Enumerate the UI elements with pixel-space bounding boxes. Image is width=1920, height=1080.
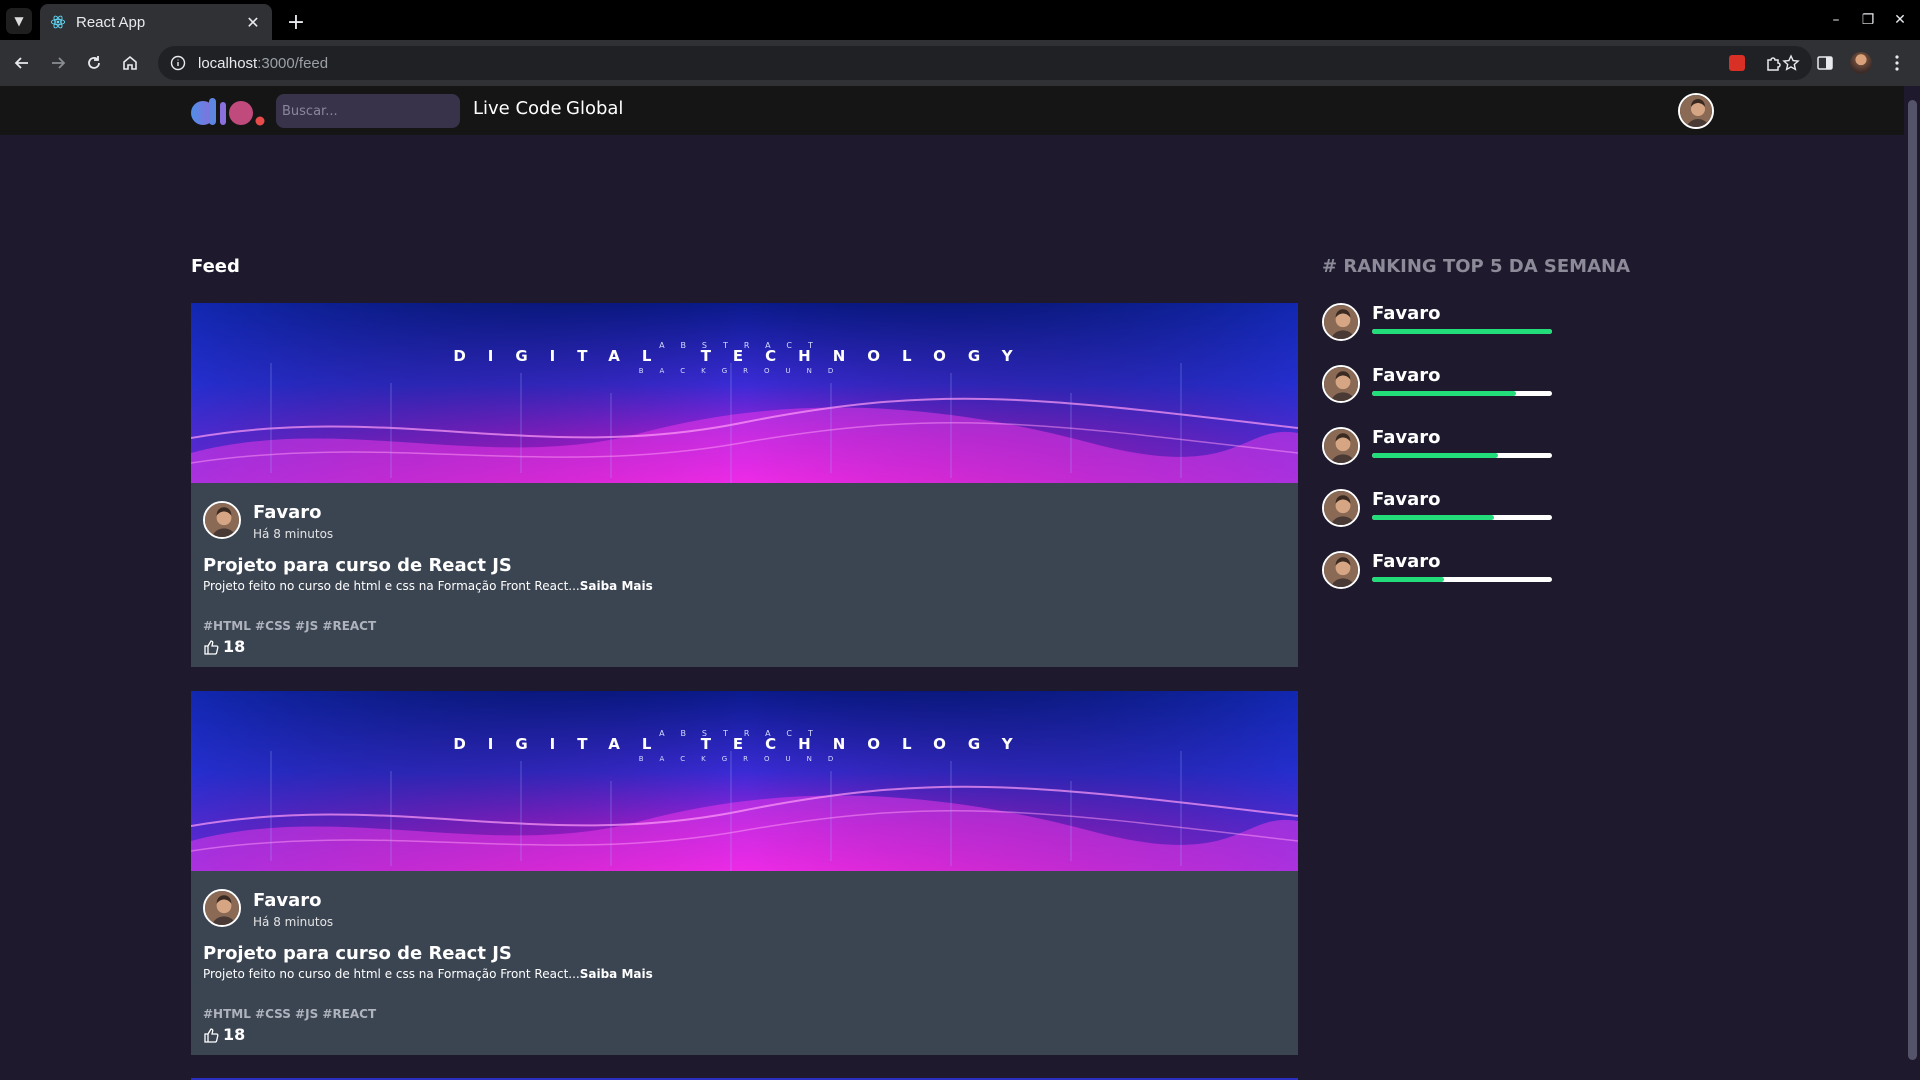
ranking-progress-fill xyxy=(1372,515,1495,520)
extensions-puzzle-icon[interactable] xyxy=(1760,50,1786,76)
post-description-text: Projeto feito no curso de html e css na … xyxy=(203,967,580,981)
banner-bottom-text: BACKGROUND xyxy=(639,367,850,375)
ranking-progress-fill xyxy=(1372,577,1444,582)
post-tags: #HTML #CSS #JS #REACT xyxy=(203,619,377,633)
ranking-avatar xyxy=(1322,489,1360,527)
ranking-avatar xyxy=(1322,551,1360,589)
post-banner-image: ABSTRACT DIGITAL TECHNOLOGY BACKGROUND xyxy=(191,303,1298,483)
ranking-avatar xyxy=(1322,365,1360,403)
ranking-progress-bar xyxy=(1372,391,1552,396)
ranking-item[interactable]: Favaro xyxy=(1322,489,1582,531)
ranking-progress-fill xyxy=(1372,391,1516,396)
tab-close-icon[interactable]: ✕ xyxy=(244,13,262,32)
ranking-progress-bar xyxy=(1372,515,1552,520)
banner-bottom-text: BACKGROUND xyxy=(639,755,850,763)
user-avatar[interactable] xyxy=(1678,93,1714,129)
ranking-progress-fill xyxy=(1372,329,1552,334)
saiba-mais-link[interactable]: Saiba Mais xyxy=(580,967,653,981)
likes-count: 18 xyxy=(223,637,246,656)
site-info-icon[interactable] xyxy=(170,55,186,71)
browser-tabbar: ▼ React App ✕ + – ❐ ✕ xyxy=(0,0,1920,40)
browser-toolbar: localhost:3000/feed xyxy=(0,40,1920,86)
post-card[interactable]: ABSTRACT DIGITAL TECHNOLOGY BACKGROUND F… xyxy=(191,691,1298,1055)
ranking-item[interactable]: Favaro xyxy=(1322,365,1582,407)
post-description-text: Projeto feito no curso de html e css na … xyxy=(203,579,580,593)
url-path: :3000/feed xyxy=(257,54,329,72)
post-tags: #HTML #CSS #JS #REACT xyxy=(203,1007,377,1021)
ranking-progress-bar xyxy=(1372,577,1552,582)
ranking-name: Favaro xyxy=(1372,365,1441,386)
thumbs-up-icon[interactable] xyxy=(203,639,219,655)
page-scrollbar[interactable] xyxy=(1904,86,1920,1080)
post-author-name[interactable]: Favaro xyxy=(253,890,322,911)
ranking-title: # RANKING TOP 5 DA SEMANA xyxy=(1322,256,1631,277)
side-panel-icon[interactable] xyxy=(1812,50,1838,76)
post-title[interactable]: Projeto para curso de React JS xyxy=(203,943,512,964)
post-time: Há 8 minutos xyxy=(253,527,334,541)
ranking-name: Favaro xyxy=(1372,551,1441,572)
ranking-item[interactable]: Favaro xyxy=(1322,303,1582,345)
back-arrow-icon[interactable] xyxy=(8,49,36,77)
search-input[interactable] xyxy=(276,94,460,128)
browser-menu-icon[interactable] xyxy=(1884,50,1910,76)
post-banner-image: ABSTRACT DIGITAL TECHNOLOGY BACKGROUND xyxy=(191,691,1298,871)
url-host: localhost xyxy=(198,54,258,72)
restore-icon[interactable]: ❐ xyxy=(1856,8,1880,32)
nav-live-code[interactable]: Live Code xyxy=(473,98,562,119)
scrollbar-thumb[interactable] xyxy=(1908,100,1917,1060)
ranking-avatar xyxy=(1322,303,1360,341)
saiba-mais-link[interactable]: Saiba Mais xyxy=(580,579,653,593)
forward-arrow-icon[interactable] xyxy=(44,49,72,77)
thumbs-up-icon[interactable] xyxy=(203,1027,219,1043)
home-icon[interactable] xyxy=(116,49,144,77)
ranking-item[interactable]: Favaro xyxy=(1322,551,1582,593)
close-window-icon[interactable]: ✕ xyxy=(1888,8,1912,32)
post-likes[interactable]: 18 xyxy=(203,1025,245,1044)
react-icon xyxy=(50,15,66,29)
address-bar[interactable]: localhost:3000/feed xyxy=(158,46,1812,80)
tab-title: React App xyxy=(76,13,146,31)
dio-logo[interactable] xyxy=(190,96,266,128)
extension-red-icon[interactable] xyxy=(1724,50,1750,76)
ranking-progress-bar xyxy=(1372,329,1552,334)
post-time: Há 8 minutos xyxy=(253,915,334,929)
banner-title-text: DIGITAL TECHNOLOGY xyxy=(453,347,1034,365)
post-title[interactable]: Projeto para curso de React JS xyxy=(203,555,512,576)
ranking-item[interactable]: Favaro xyxy=(1322,427,1582,469)
post-author-name[interactable]: Favaro xyxy=(253,502,322,523)
app-header: Live Code Global xyxy=(0,86,1904,135)
reload-icon[interactable] xyxy=(80,49,108,77)
ranking-name: Favaro xyxy=(1372,427,1441,448)
ranking-avatar xyxy=(1322,427,1360,465)
ranking-name: Favaro xyxy=(1372,489,1441,510)
tab-search-chevron-icon[interactable]: ▼ xyxy=(6,8,32,34)
post-author-avatar[interactable] xyxy=(203,501,241,539)
new-tab-plus-icon[interactable]: + xyxy=(282,8,310,36)
post-description: Projeto feito no curso de html e css na … xyxy=(203,579,653,593)
ranking-progress-bar xyxy=(1372,453,1552,458)
ranking-name: Favaro xyxy=(1372,303,1441,324)
feed-title: Feed xyxy=(191,256,240,277)
post-card[interactable]: ABSTRACT DIGITAL TECHNOLOGY BACKGROUND F… xyxy=(191,303,1298,667)
browser-tab[interactable]: React App ✕ xyxy=(40,4,272,40)
banner-title-text: DIGITAL TECHNOLOGY xyxy=(453,735,1034,753)
likes-count: 18 xyxy=(223,1025,246,1044)
ranking-progress-fill xyxy=(1372,453,1498,458)
post-likes[interactable]: 18 xyxy=(203,637,245,656)
minimize-icon[interactable]: – xyxy=(1824,8,1848,32)
post-description: Projeto feito no curso de html e css na … xyxy=(203,967,653,981)
nav-global[interactable]: Global xyxy=(566,98,623,119)
post-author-avatar[interactable] xyxy=(203,889,241,927)
profile-avatar-icon[interactable] xyxy=(1848,50,1874,76)
